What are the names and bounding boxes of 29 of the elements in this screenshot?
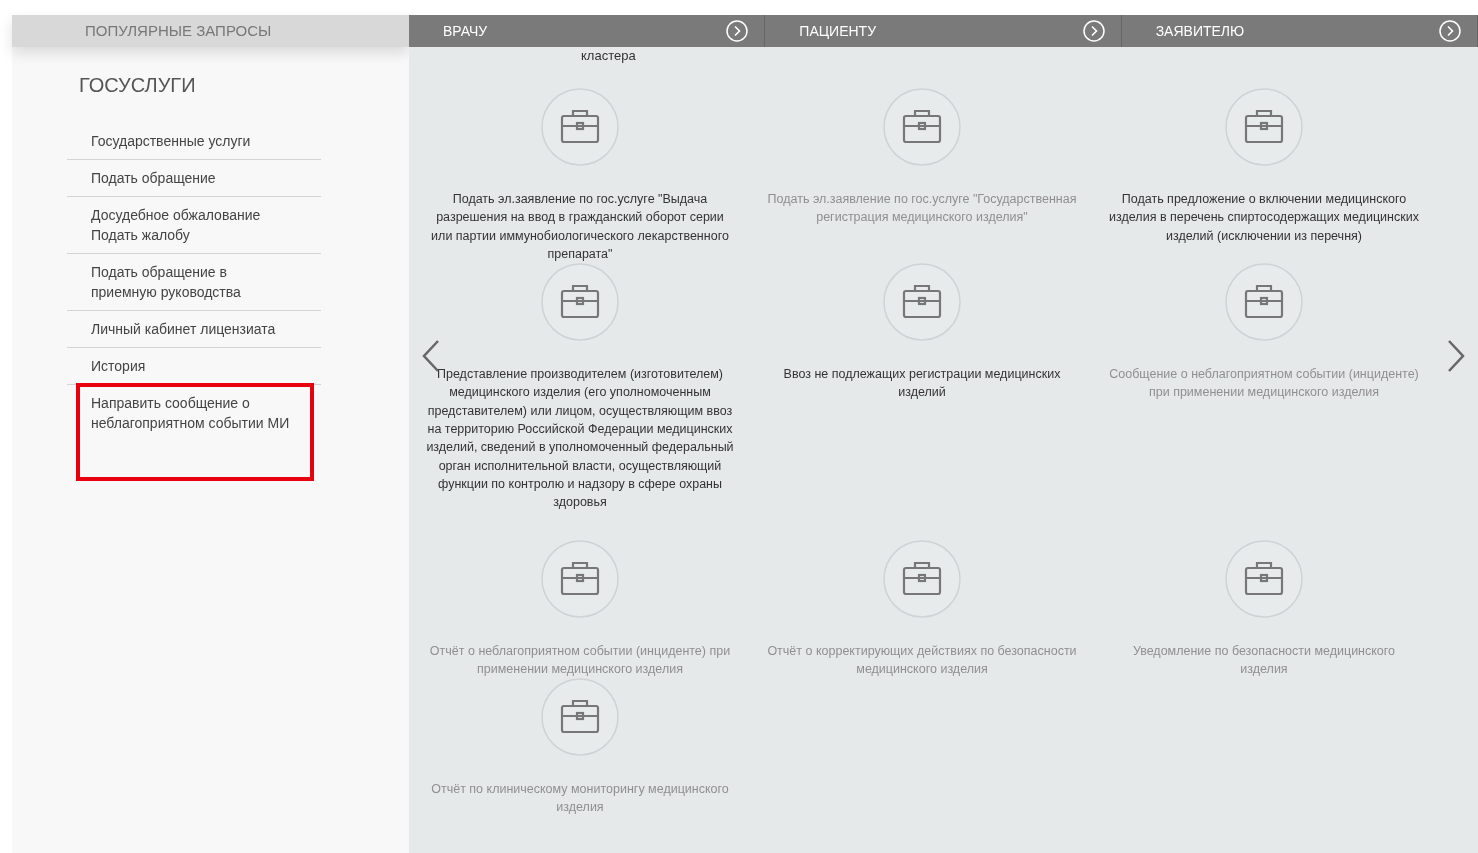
chevron-circle-icon [726,20,749,42]
briefcase-icon[interactable] [1225,88,1303,166]
sidebar-link[interactable]: Досудебное обжалование Подать жалобу [91,205,321,245]
service-title[interactable]: Подать предложение о включении медицинского изделия в перечень спиртосодержащих медицинских изделий (исключении из перечня) [1108,190,1420,245]
audience-tab[interactable]: ЗАЯВИТЕЛЮ [1121,15,1478,47]
sidebar-link[interactable]: Личный кабинет лицензиата [91,319,321,339]
audience-tab[interactable]: ВРАЧУ [409,15,766,47]
briefcase-icon[interactable] [1225,539,1303,618]
audience-tab[interactable]: ПАЦИЕНТУ [765,15,1122,47]
service-title[interactable]: Представление производителем (изготовителем) медицинского изделия (его уполномоченным представителем) или лицом, осуществляющим ввоз на территорию Российской Федерации медицинских изделий, сведений в уполномоченный федеральный орган исполнительной власти, осуществляющий функции по контролю и надзору в сфере охраны здоровья [424,365,736,512]
service-title[interactable]: Подать эл.заявление по гос.услуге "Выдача разрешения на ввод в гражданский оборот серии или партии иммунобиологического лекарственного препарата" [424,190,736,264]
chevron-circle-icon [1082,20,1105,42]
service-caption: кластера [581,49,637,63]
sidebar-link[interactable]: Государственные услуги [91,131,321,151]
sidebar-link[interactable]: История [91,356,321,376]
briefcase-icon[interactable] [883,539,961,618]
briefcase-icon[interactable] [883,88,961,166]
service-title[interactable]: Ввоз не подлежащих регистрации медицинских изделий [766,365,1078,402]
sidebar-link[interactable]: Направить сообщение о неблагоприятном событии МИ [91,393,321,433]
briefcase-icon[interactable] [1225,263,1303,342]
briefcase-icon[interactable] [541,88,619,166]
briefcase-icon[interactable] [541,678,619,757]
section-title: ГОСУСЛУГИ [79,74,197,97]
briefcase-icon[interactable] [883,263,961,342]
briefcase-icon[interactable] [541,539,619,618]
briefcase-icon[interactable] [541,263,619,342]
sidebar-link[interactable]: Подать обращение в приемную руководства [91,262,321,302]
sidebar-link[interactable]: Подать обращение [91,168,321,188]
chevron-circle-icon [1439,20,1461,42]
